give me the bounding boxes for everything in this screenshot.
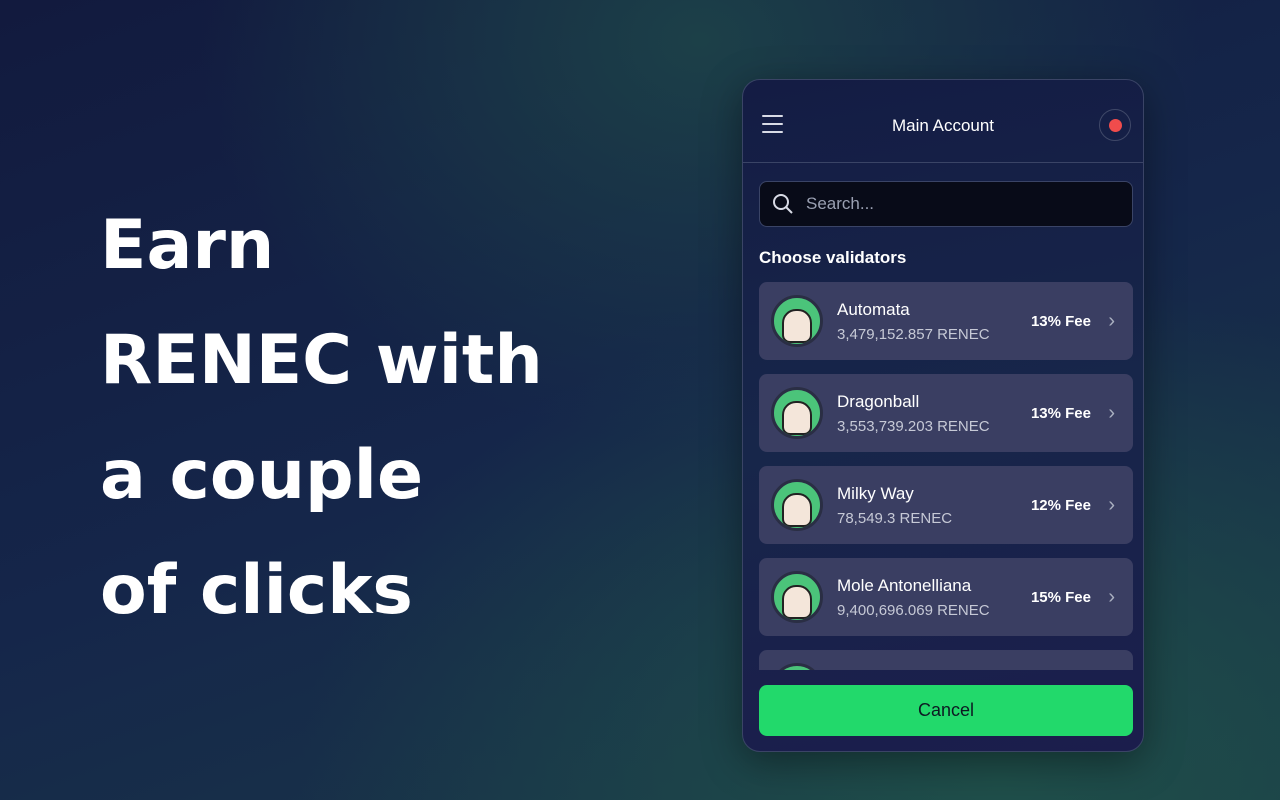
hero-line: of clicks [100,551,413,630]
chevron-right-icon: › [1108,401,1115,424]
validator-item[interactable]: Mole Antonelliana 9,400,696.069 RENEC 15% … [759,558,1133,636]
validator-name: Mole Antonelliana [837,575,972,595]
chevron-right-icon: › [1108,493,1115,516]
search-box[interactable] [759,181,1133,227]
validator-fee: 12% Fee [1030,496,1091,514]
validator-avatar [771,479,823,531]
validator-avatar [771,387,823,439]
validator-name: Dragonball [837,391,920,411]
validator-stake: 3,553,739.203 RENEC [837,417,990,435]
section-label: Choose validators [759,248,907,267]
wallet-panel: Main Account Choose validators Automata 3… [742,79,1144,752]
validator-list[interactable]: Automata 3,479,152.857 RENEC 13% Fee › Drag… [759,282,1133,670]
cancel-button[interactable]: Cancel [759,685,1133,736]
hero-line: RENEC with [100,321,543,400]
search-icon [773,194,793,214]
validator-name: Milky Way [837,483,914,503]
validator-fee: 13% Fee [1030,312,1091,330]
validator-stake: 78,549.3 RENEC [837,509,953,527]
validator-item[interactable]: Automata 3,479,152.857 RENEC 13% Fee › [759,282,1133,360]
chevron-right-icon: › [1108,585,1115,608]
validator-item[interactable]: Milky Way 78,549.3 RENEC 12% Fee › [759,466,1133,544]
search-input[interactable] [806,194,1106,214]
status-button[interactable] [1099,109,1131,141]
header: Main Account [743,80,1143,163]
hero-line: a couple [100,436,424,515]
account-title: Main Account [891,116,995,135]
validator-item-partial[interactable] [759,650,1133,670]
chevron-right-icon: › [1108,309,1115,332]
validator-stake: 3,479,152.857 RENEC [837,325,990,343]
hero-heading: Earn RENEC with a couple of clicks [100,188,543,648]
validator-avatar [771,571,823,623]
validator-item[interactable]: Dragonball 3,553,739.203 RENEC 13% Fee › [759,374,1133,452]
status-dot-icon [1108,118,1122,132]
validator-stake: 9,400,696.069 RENEC [837,601,990,619]
hero-line: Earn [100,206,275,285]
validator-avatar [771,663,823,670]
validator-fee: 13% Fee [1030,404,1091,422]
validator-name: Automata [837,299,910,319]
validator-avatar [771,295,823,347]
validator-fee: 15% Fee [1030,588,1091,606]
